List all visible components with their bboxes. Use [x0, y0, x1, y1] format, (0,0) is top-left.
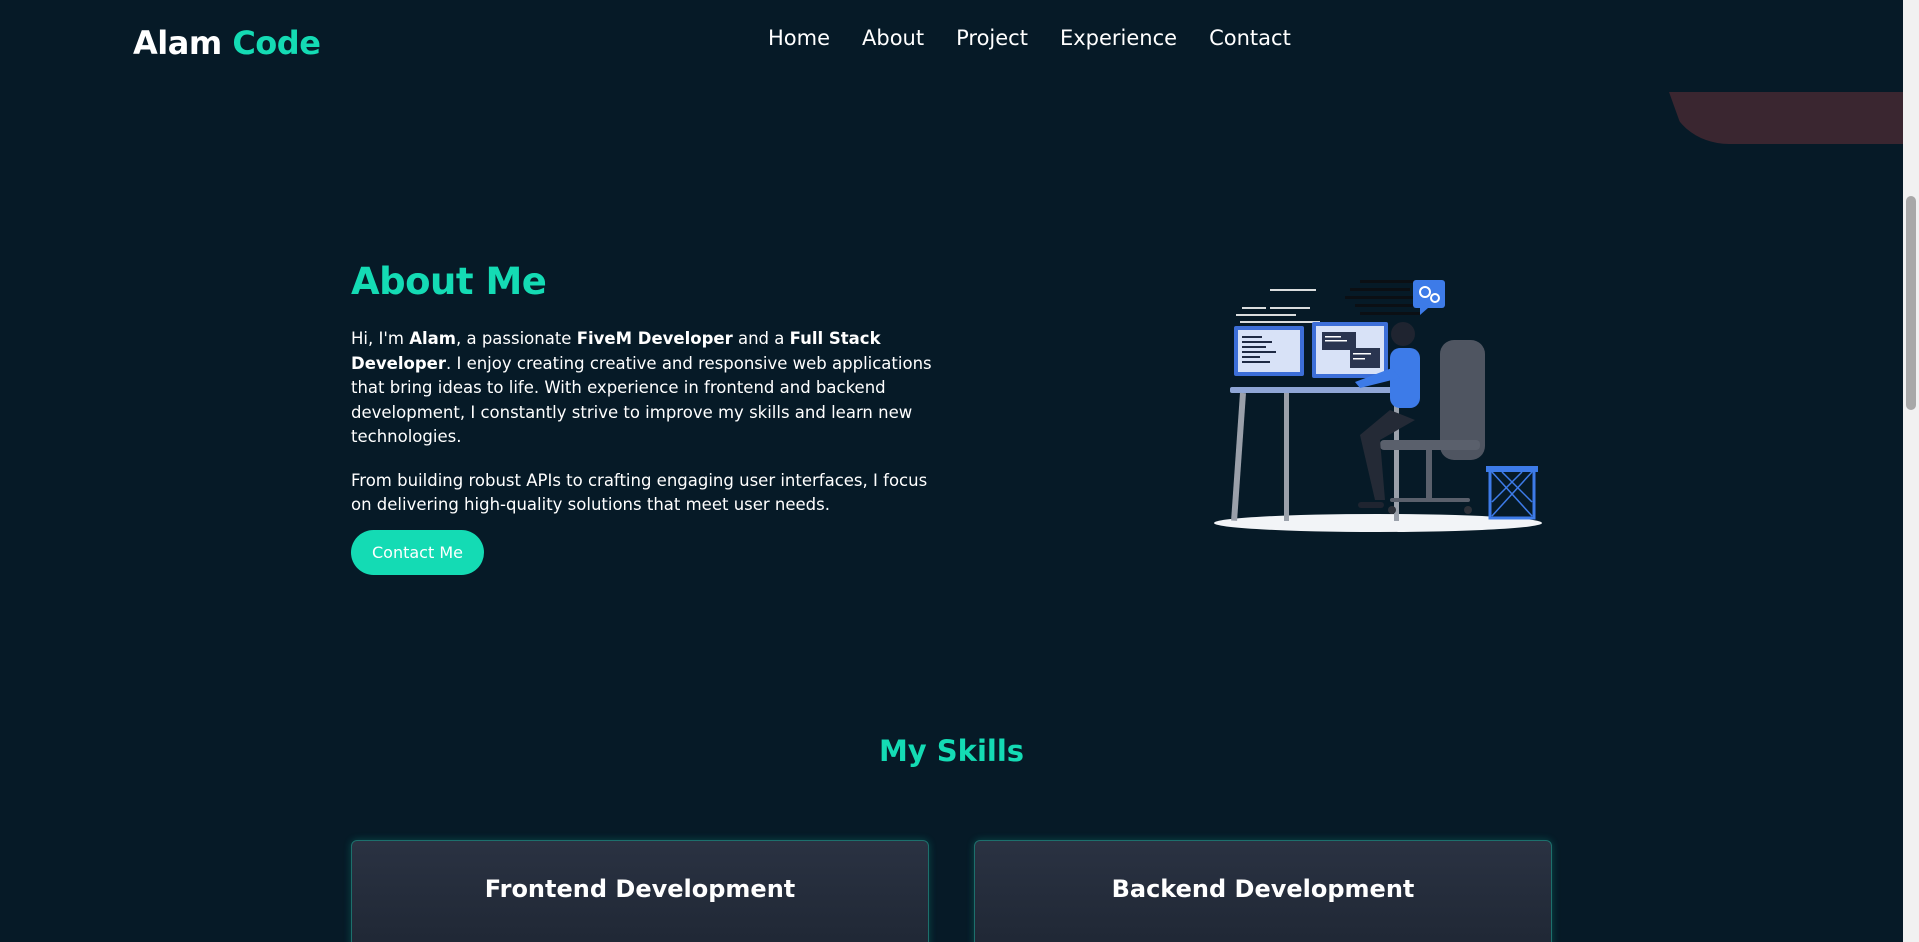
- skill-card-backend[interactable]: Backend Development: [974, 840, 1552, 942]
- contact-me-button[interactable]: Contact Me: [351, 530, 484, 575]
- site-header: Alam Code Home About Project Experience …: [0, 0, 1903, 86]
- decorative-shape: [1669, 92, 1903, 144]
- nav-project[interactable]: Project: [956, 26, 1028, 50]
- skill-card-frontend[interactable]: Frontend Development: [351, 840, 929, 942]
- skill-card-title: Backend Development: [1111, 875, 1415, 903]
- main-nav: Home About Project Experience Contact: [768, 26, 1323, 50]
- developer-illustration: [1214, 280, 1542, 532]
- nav-contact[interactable]: Contact: [1209, 26, 1291, 50]
- nav-about[interactable]: About: [862, 26, 924, 50]
- nav-home[interactable]: Home: [768, 26, 830, 50]
- about-description: Hi, I'm Alam, a passionate FiveM Develop…: [351, 327, 941, 537]
- logo-accent-text: Code: [232, 24, 321, 62]
- site-logo[interactable]: Alam Code: [133, 24, 321, 62]
- about-paragraph-2: From building robust APIs to crafting en…: [351, 470, 928, 515]
- scrollbar-thumb[interactable]: [1906, 196, 1916, 410]
- skills-title: My Skills: [878, 734, 1025, 768]
- logo-main-text: Alam: [133, 24, 222, 62]
- about-paragraph-1: Hi, I'm Alam, a passionate FiveM Develop…: [351, 329, 932, 446]
- scrollbar[interactable]: [1903, 0, 1919, 942]
- skill-card-title: Frontend Development: [484, 875, 796, 903]
- page: Alam Code Home About Project Experience …: [0, 0, 1919, 942]
- nav-experience[interactable]: Experience: [1060, 26, 1177, 50]
- about-title: About Me: [351, 260, 547, 303]
